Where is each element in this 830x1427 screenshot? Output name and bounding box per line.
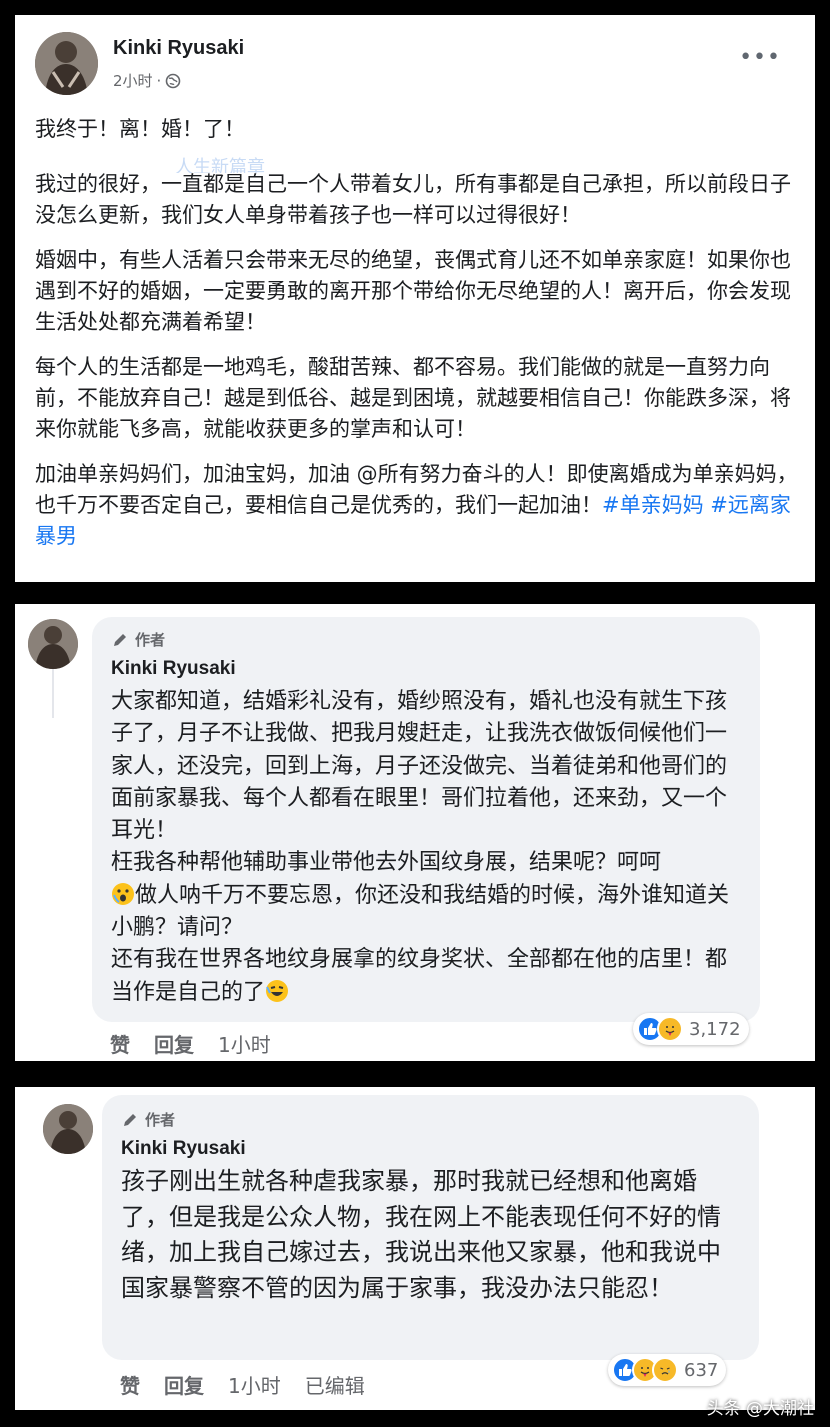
post-meta: 2小时 ·: [113, 70, 181, 91]
comment-actions: 赞 回复 1小时 已编辑: [120, 1370, 389, 1399]
commenter-name[interactable]: Kinki Ryusaki: [121, 1138, 740, 1160]
comment-text-part: 做人呐千万不要忘恩，你还没和我结婚的时候，海外谁知道关小鹏？请问？: [111, 882, 730, 941]
hashtag-link[interactable]: #单亲妈妈: [602, 493, 704, 517]
more-options-icon[interactable]: •••: [739, 47, 781, 69]
post-headline: 我终于！离！婚！了！: [35, 117, 245, 141]
edited-label: 已编辑: [304, 1374, 365, 1398]
post-paragraph: 加油单亲妈妈们，加油宝妈，加油 @所有努力奋斗的人！即使离婚成为单亲妈妈，也千万…: [35, 459, 805, 552]
reaction-summary[interactable]: 637: [608, 1354, 727, 1386]
avatar-photo: [35, 32, 98, 95]
reply-button[interactable]: 回复: [154, 1029, 194, 1058]
post-paragraph: 我过的很好，一直都是自己一个人带着女儿，所有事都是自己承担，所以前段日子没怎么更…: [35, 172, 791, 227]
author-avatar[interactable]: [35, 32, 98, 95]
comment-bubble: 作者 Kinki Ryusaki 大家都知道，结婚彩礼没有，婚纱照没有，婚礼也没…: [92, 617, 760, 1022]
reply-button[interactable]: 回复: [164, 1370, 204, 1399]
author-badge: 作者: [121, 1109, 740, 1130]
commenter-name[interactable]: Kinki Ryusaki: [111, 658, 741, 680]
avatar-photo: [43, 1104, 93, 1154]
comment-time[interactable]: 1小时: [228, 1370, 281, 1399]
author-badge: 作者: [111, 629, 741, 650]
comment-text-part: 还有我在世界各地纹身展拿的纹身奖状、全部都在他的店里！都当作是自己的了: [111, 947, 728, 1005]
dot-separator: ·: [156, 71, 162, 90]
author-name[interactable]: Kinki Ryusaki: [113, 37, 244, 60]
thread-line: [52, 668, 54, 718]
comment-actions: 赞 回复 1小时: [110, 1029, 295, 1058]
post-body: 我终于！离！婚！了！ 我过的很好，一直都是自己一个人带着女儿，所有事都是自己承担…: [35, 114, 805, 566]
commenter-avatar[interactable]: [28, 619, 78, 669]
comment-time[interactable]: 1小时: [218, 1029, 271, 1058]
faded-line: 人生新篇章: [175, 157, 265, 173]
author-badge-label: 作者: [145, 1111, 176, 1129]
rofl-emoji-icon: [266, 979, 289, 1002]
reaction-summary[interactable]: 3,172: [633, 1013, 749, 1045]
like-button[interactable]: 赞: [110, 1029, 130, 1058]
pencil-icon: [124, 1113, 136, 1126]
avatar-photo: [28, 619, 78, 669]
reaction-count: 637: [684, 1359, 719, 1381]
comment-card: 作者 Kinki Ryusaki 大家都知道，结婚彩礼没有，婚纱照没有，婚礼也没…: [15, 604, 815, 1061]
watermark: 头条 @大潮社: [706, 1399, 814, 1419]
sad-reaction-icon: [652, 1357, 678, 1383]
care-reaction-icon: [657, 1016, 683, 1042]
author-badge-label: 作者: [135, 631, 166, 649]
pencil-icon: [114, 633, 126, 646]
comment-text: 孩子刚出生就各种虐我家暴，那时我就已经想和他离婚了，但是我是公众人物，我在网上不…: [121, 1167, 721, 1302]
commenter-avatar[interactable]: [43, 1104, 93, 1154]
globe-icon[interactable]: [165, 73, 181, 89]
comment-text-part: 枉我各种帮他辅助事业带他去外国纹身展，结果呢？呵呵: [111, 850, 662, 876]
post-time[interactable]: 2小时: [113, 70, 153, 91]
reaction-count: 3,172: [689, 1018, 741, 1040]
comment-text-part: 大家都知道，结婚彩礼没有，婚纱照没有，婚礼也没有就生下孩子了，月子不让我做、把我…: [111, 689, 728, 844]
post-paragraph: 婚姻中，有些人活着只会带来无尽的绝望，丧偶式育儿还不如单亲家庭！如果你也遇到不好…: [35, 248, 791, 334]
comment-bubble: 作者 Kinki Ryusaki 孩子刚出生就各种虐我家暴，那时我就已经想和他离…: [102, 1095, 759, 1360]
like-button[interactable]: 赞: [120, 1370, 140, 1399]
comment-card: 作者 Kinki Ryusaki 孩子刚出生就各种虐我家暴，那时我就已经想和他离…: [15, 1087, 815, 1410]
post-paragraph: 每个人的生活都是一地鸡毛，酸甜苦辣、都不容易。我们能做的就是一直努力向前，不能放…: [35, 355, 791, 441]
scared-emoji-icon: [112, 882, 134, 905]
comment-text: 大家都知道，结婚彩礼没有，婚纱照没有，婚礼也没有就生下孩子了，月子不让我做、把我…: [111, 686, 741, 1009]
post-card: Kinki Ryusaki 2小时 · ••• 我终于！离！婚！了！ 我过的很好…: [15, 15, 815, 582]
